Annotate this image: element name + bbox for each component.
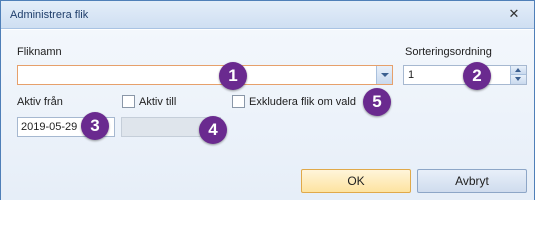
spinner-buttons [510, 66, 526, 84]
callout-badge-3: 3 [81, 112, 109, 140]
ok-button[interactable]: OK [301, 169, 411, 193]
chevron-down-icon[interactable] [376, 66, 392, 84]
active-to-checkbox[interactable] [122, 95, 135, 108]
window-title: Administrera flik [10, 9, 89, 21]
callout-badge-5: 5 [363, 88, 391, 116]
title-bar[interactable]: Administrera flik ✕ [1, 1, 534, 29]
tab-name-combobox[interactable] [17, 65, 393, 85]
active-to-label: Aktiv till [139, 96, 177, 108]
spin-down-icon[interactable] [511, 75, 526, 84]
close-icon[interactable]: ✕ [506, 7, 522, 23]
callout-badge-1: 1 [219, 62, 247, 90]
cancel-button[interactable]: Avbryt [417, 169, 527, 193]
sort-order-value: 1 [408, 69, 415, 81]
spin-up-icon[interactable] [511, 66, 526, 75]
exclude-tab-checkbox[interactable] [232, 95, 245, 108]
exclude-tab-label: Exkludera flik om vald [249, 96, 356, 108]
callout-badge-4: 4 [199, 116, 227, 144]
callout-badge-2: 2 [463, 62, 491, 90]
active-from-label: Aktiv från [17, 96, 63, 108]
dialog-window: Administrera flik ✕ Fliknamn Sorteringso… [0, 0, 535, 200]
active-from-date-value: 2019-05-29 [21, 121, 78, 133]
tab-name-label: Fliknamn [17, 46, 62, 58]
sort-order-label: Sorteringsordning [405, 46, 492, 58]
